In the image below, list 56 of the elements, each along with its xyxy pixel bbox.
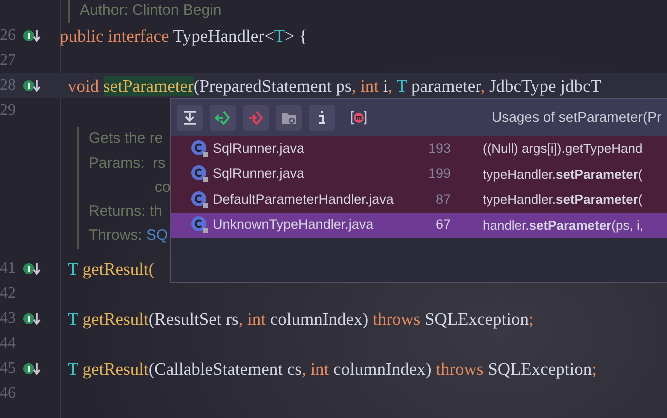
line-number: 46	[0, 384, 17, 404]
class-icon	[191, 165, 209, 184]
line-number: 28	[0, 76, 17, 96]
class-icon	[191, 216, 209, 234]
usage-snippet: handler.setParameter(ps, i,	[482, 216, 644, 235]
doc-link[interactable]: SQ	[146, 227, 168, 244]
doc-line: Params: rs	[89, 154, 167, 174]
line-number: 29	[0, 100, 17, 121]
code-line: T getResult(	[67, 258, 155, 282]
line-number: 43	[0, 309, 17, 330]
doc-line: Author: Clinton Begin	[80, 1, 222, 21]
line-number: 199	[427, 165, 451, 184]
line-number: 45	[0, 359, 17, 380]
class-icon	[191, 140, 209, 158]
usage-row[interactable]: SqlRunner.java 193 ((Null) args[i]).getTypeHand	[171, 136, 667, 162]
gutter-marker-icon[interactable]	[23, 311, 41, 328]
file-name: SqlRunner.java	[212, 165, 306, 184]
code-line: void setParameter(PreparedStatement ps, int i, T parameter, JdbcType jdbcT	[67, 74, 602, 98]
doc-line: Throws: SQ	[89, 226, 170, 246]
code-line: public interface TypeHandler<T> {	[60, 24, 308, 48]
usage-snippet: ((Null) args[i]).getTypeHand	[482, 140, 643, 158]
code-line: T getResult(ResultSet rs, int columnIndex) throws SQLException;	[67, 308, 534, 332]
file-name: UnknownTypeHandler.java	[212, 216, 375, 234]
line-number: 26	[0, 26, 17, 46]
line-number: 193	[427, 140, 451, 158]
usage-snippet: typeHandler.setParameter(	[482, 166, 643, 184]
toolbar-button[interactable]	[177, 104, 203, 130]
line-number: 87	[434, 190, 451, 209]
usage-row[interactable]: UnknownTypeHandler.java 67 handler.setParameter(ps, i,	[171, 212, 667, 238]
file-name: SqlRunner.java	[212, 140, 306, 158]
usage-snippet: typeHandler.setParameter(	[482, 191, 643, 209]
usage-row[interactable]: SqlRunner.java 199 typeHandler.setParameter(	[171, 162, 667, 187]
left-arrow-diamond-icon	[214, 108, 232, 126]
usage-row[interactable]: DefaultParameterHandler.java 87 typeHandler.setParameter(	[171, 187, 667, 212]
toolbar-button[interactable]	[309, 104, 335, 130]
gutter-marker-icon[interactable]	[23, 361, 41, 378]
method-icon	[350, 108, 368, 126]
file-name: DefaultParameterHandler.java	[212, 190, 395, 209]
line-number: 27	[0, 50, 17, 71]
gutter-marker-icon[interactable]	[23, 261, 41, 278]
class-icon	[191, 190, 209, 209]
toolbar-button[interactable]	[276, 104, 302, 130]
right-arrow-diamond-icon	[247, 108, 265, 126]
code-line: T getResult(CallableStatement cs, int columnIndex) throws SQLException;	[67, 358, 597, 382]
gutter-marker-icon[interactable]	[23, 28, 41, 44]
line-number: 41	[0, 259, 17, 280]
line-number: 42	[0, 284, 17, 304]
line-number: 44	[0, 334, 17, 354]
popup-title: Usages of setParameter(Pr	[492, 108, 663, 127]
toolbar-button[interactable]	[210, 104, 236, 130]
doc-line: Gets the re	[89, 129, 164, 150]
gutter-marker-icon[interactable]	[23, 78, 41, 94]
doc-line: Returns: th	[89, 202, 164, 222]
collapse-icon	[181, 108, 199, 126]
doc-line: co	[154, 178, 171, 198]
line-number: 67	[434, 216, 451, 234]
